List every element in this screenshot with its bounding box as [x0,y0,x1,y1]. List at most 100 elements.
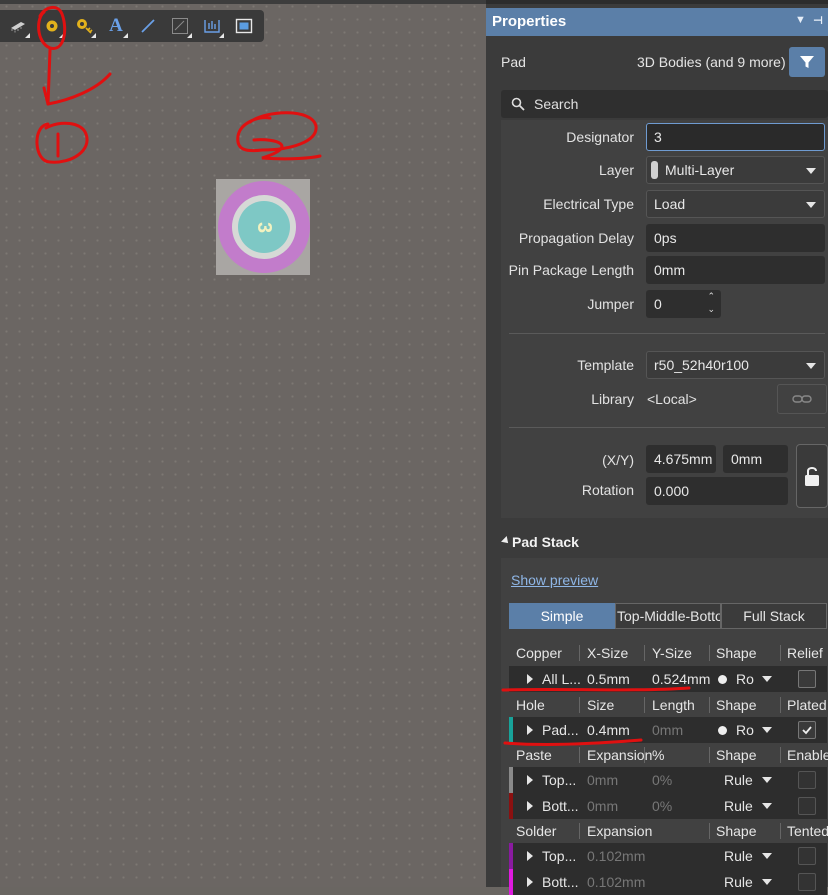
paste-expansion: 0mm [587,798,619,814]
check-icon [802,726,812,735]
designator-label: Designator [566,129,634,145]
plated-checkbox[interactable] [798,721,816,739]
layer-color-bar [509,767,513,793]
panel-menu-icon[interactable]: ▼ [795,14,806,26]
properties-section: Designator 3 Layer Multi-Layer Electrica… [501,120,828,518]
col-header: Y-Size [652,645,692,661]
col-header: Shape [716,697,757,713]
properties-panel: Properties ▼ ⊣ Pad 3D Bodies (and 9 more… [486,0,828,895]
col-header: Relief [787,645,823,661]
electrical-type-dropdown[interactable]: Load [646,190,825,218]
expand-icon[interactable] [527,775,533,785]
paste-expansion: 0mm [587,772,619,788]
col-header: Expansion [587,747,653,763]
hand-drawn-annotations: 1 2 [35,6,322,164]
layer-color-bar [509,843,513,869]
paste-percent: 0% [652,798,673,814]
expand-icon[interactable] [527,674,533,684]
layer-dropdown[interactable]: Multi-Layer [646,156,825,184]
col-header: Expansion [587,823,653,839]
panel-top-strip [486,0,828,4]
relief-checkbox[interactable] [798,670,816,688]
designator-value: 3 [654,129,662,145]
tented-checkbox[interactable] [798,873,816,891]
library-label: Library [591,391,634,407]
x-input[interactable]: 4.675mm [646,445,716,473]
propagation-delay-label: Propagation Delay [518,230,634,246]
expand-icon[interactable] [527,877,533,887]
paste-layer-name: Top... [542,772,577,788]
divider [509,427,825,428]
col-header: Enabled [787,747,828,763]
pin-icon[interactable]: ⊣ [813,14,823,27]
paste-header: Paste Expansion % Shape Enabled [509,744,828,766]
tab-simple[interactable]: Simple [509,603,615,629]
unlock-icon [805,467,819,486]
pin-package-length-label: Pin Package Length [508,262,634,278]
y-input[interactable]: 0mm [723,445,788,473]
enabled-checkbox[interactable] [798,771,816,789]
underline-annotation-1 [501,686,691,692]
filter-icon [800,56,814,68]
solder-shape[interactable]: Rule [724,874,753,890]
rotation-label: Rotation [581,482,634,498]
stepper-down-icon[interactable]: ⌄ [707,304,715,315]
panel-title: Properties [492,13,567,30]
jumper-label: Jumper [587,296,634,312]
pad-stack-title[interactable]: Pad Stack [512,534,579,550]
search-icon [511,97,525,111]
pad-stack-grid: Copper X-Size Y-Size Shape Relief All L.… [501,640,828,895]
paste-shape[interactable]: Rule [724,772,753,788]
propagation-delay-input[interactable]: 0ps [646,224,825,252]
designator-input[interactable]: 3 [646,123,825,151]
tab-top-middle-bottom[interactable]: Top-Middle-Bottom [615,603,721,629]
x-value: 4.675mm [654,451,713,467]
col-header: Paste [516,747,552,763]
pin-package-length-value: 0mm [654,262,686,278]
stepper-up-icon[interactable]: ⌃ [707,291,715,302]
paste-percent: 0% [652,772,673,788]
table-row[interactable]: Bott... 0.102mm Rule [509,869,827,895]
search-placeholder: Search [534,96,579,112]
solder-layer-name: Top... [542,848,577,864]
col-header: Size [587,697,615,713]
tented-checkbox[interactable] [798,847,816,865]
hole-size[interactable]: 0.4mm [587,722,630,738]
round-shape-icon [718,726,727,735]
hole-shape[interactable]: Ro [736,722,754,738]
hole-header: Hole Size Length Shape Plated [509,694,827,716]
expand-icon[interactable] [527,725,533,735]
pad-stack-tabs: Simple Top-Middle-Bottom Full Stack [509,603,827,629]
link-icon [792,395,812,403]
jumper-stepper[interactable]: 0 ⌃ ⌄ [646,290,721,318]
col-header: Tented [787,823,828,839]
expand-icon[interactable] [527,801,533,811]
copper-shape[interactable]: Ro [736,671,754,687]
paste-shape[interactable]: Rule [724,798,753,814]
filter-button[interactable] [789,47,825,77]
table-row[interactable]: Bott... 0mm 0% Rule [509,793,827,819]
y-value: 0mm [731,451,763,467]
col-header: Solder [516,823,557,839]
electrical-type-label: Electrical Type [543,196,634,212]
rotation-input[interactable]: 0.000 [646,477,788,505]
search-input[interactable]: Search [501,90,828,118]
template-dropdown[interactable]: r50_52h40r100 [646,351,825,379]
enabled-checkbox[interactable] [798,797,816,815]
tab-full-stack[interactable]: Full Stack [721,603,827,629]
library-link-button[interactable] [777,384,827,414]
table-row[interactable]: Top... 0.102mm Rule [509,843,827,869]
expand-icon[interactable] [527,851,533,861]
pcb-canvas[interactable]: A 3 1 2 [0,0,486,887]
solder-expansion: 0.102mm [587,874,646,890]
library-value: <Local> [647,391,697,407]
pin-package-length-input[interactable]: 0mm [646,256,825,284]
col-header: X-Size [587,645,629,661]
show-preview-link[interactable]: Show preview [511,572,598,588]
table-row[interactable]: Top... 0mm 0% Rule [509,767,827,793]
lock-button[interactable] [796,444,828,508]
col-header: Shape [716,823,757,839]
selection-filter-text[interactable]: 3D Bodies (and 9 more) [637,54,786,70]
template-label: Template [577,357,634,373]
solder-shape[interactable]: Rule [724,848,753,864]
